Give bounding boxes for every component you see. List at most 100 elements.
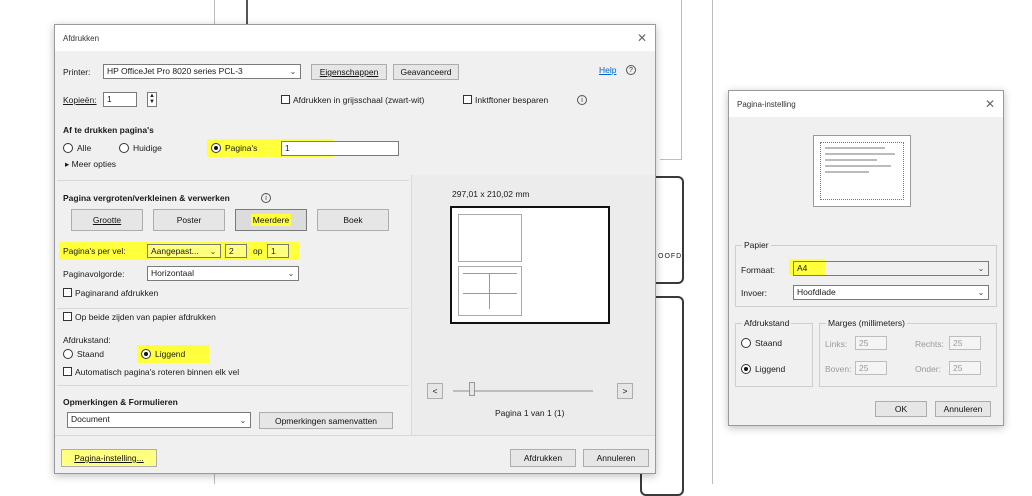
close-icon[interactable]: ✕ bbox=[637, 31, 647, 45]
size-button-label: Grootte bbox=[92, 215, 122, 225]
paper-group-title: Papier bbox=[742, 240, 771, 250]
preview-line bbox=[825, 153, 895, 155]
duplex-checkbox[interactable] bbox=[63, 312, 72, 321]
pps-columns-field[interactable]: 2 bbox=[225, 244, 247, 258]
summarize-comments-button[interactable]: Opmerkingen samenvatten bbox=[259, 412, 393, 429]
save-ink-label: Inktftoner besparen bbox=[475, 95, 549, 105]
paper-preview bbox=[813, 135, 911, 207]
print-border-label: Paginarand afdrukken bbox=[75, 288, 159, 298]
info-icon[interactable]: i bbox=[577, 95, 587, 105]
copies-field[interactable]: 1 bbox=[103, 92, 137, 107]
more-options-link[interactable]: ▸ Meer opties bbox=[65, 159, 116, 170]
copies-spinner[interactable]: ▲ ▼ bbox=[147, 92, 157, 107]
setup-radio-portrait[interactable] bbox=[741, 338, 751, 348]
printer-label: Printer: bbox=[63, 67, 91, 77]
margin-left-field[interactable]: 25 bbox=[855, 336, 887, 350]
print-button[interactable]: Afdrukken bbox=[510, 449, 576, 467]
ok-button[interactable]: OK bbox=[875, 401, 927, 417]
preview-page-1 bbox=[458, 214, 522, 262]
printer-select-value: HP OfficeJet Pro 8020 series PCL-3 bbox=[107, 66, 243, 76]
doc-fragment-text: OOFD bbox=[658, 253, 683, 260]
booklet-button[interactable]: Boek bbox=[317, 209, 389, 231]
properties-button[interactable]: Eigenschappen bbox=[311, 64, 387, 80]
margin-left-label: Links: bbox=[825, 339, 848, 349]
margin-bottom-field[interactable]: 25 bbox=[949, 361, 981, 375]
format-select-value: A4 bbox=[797, 263, 808, 273]
poster-button[interactable]: Poster bbox=[153, 209, 225, 231]
prev-page-label: < bbox=[432, 386, 438, 396]
source-label: Invoer: bbox=[741, 288, 767, 298]
preview-size-label: 297,01 x 210,02 mm bbox=[452, 189, 530, 199]
margins-group: Marges (millimeters) bbox=[819, 318, 997, 387]
info-icon-scale[interactable]: i bbox=[261, 193, 271, 203]
advanced-button[interactable]: Geavanceerd bbox=[393, 64, 459, 80]
copies-label: Kopieën: bbox=[63, 95, 97, 105]
source-select[interactable]: Hoofdlade ⌄ bbox=[793, 285, 989, 300]
orientation-label: Afdrukstand: bbox=[63, 335, 111, 345]
page-order-value: Horizontaal bbox=[151, 268, 194, 278]
footer-divider bbox=[55, 435, 655, 436]
paper-margin-outline bbox=[820, 142, 904, 200]
pps-rows-field[interactable]: 1 bbox=[267, 244, 289, 258]
doc-box-top bbox=[660, 0, 682, 160]
pages-range-field[interactable]: 1 bbox=[281, 141, 399, 156]
setup-cancel-button-label: Annuleren bbox=[943, 404, 983, 414]
radio-pages[interactable] bbox=[211, 143, 221, 153]
next-page-label: > bbox=[622, 386, 628, 396]
next-page-button[interactable]: > bbox=[617, 383, 633, 399]
preview-sheet bbox=[450, 206, 610, 324]
preview-line bbox=[825, 171, 869, 173]
save-ink-checkbox[interactable] bbox=[463, 95, 472, 104]
orientation-group: Afdrukstand bbox=[735, 318, 813, 387]
setup-radio-portrait-label: Staand bbox=[755, 338, 782, 348]
setup-cancel-button[interactable]: Annuleren bbox=[935, 401, 991, 417]
multiple-button[interactable]: Meerdere bbox=[235, 209, 307, 231]
page-counter: Pagina 1 van 1 (1) bbox=[495, 408, 565, 418]
page-setup-dialog: Pagina-instelling ✕ Papier Formaat: A4 ⌄… bbox=[728, 90, 1004, 426]
margins-group-title: Marges (millimeters) bbox=[826, 318, 907, 328]
print-border-checkbox[interactable] bbox=[63, 288, 72, 297]
pages-per-sheet-select[interactable]: Aangepast... ⌄ bbox=[147, 244, 221, 258]
help-icon[interactable]: ? bbox=[626, 65, 636, 75]
radio-current[interactable] bbox=[119, 143, 129, 153]
radio-all-label: Alle bbox=[77, 143, 92, 153]
grayscale-checkbox[interactable] bbox=[281, 95, 290, 104]
comments-select[interactable]: Document ⌄ bbox=[67, 412, 251, 428]
radio-all[interactable] bbox=[63, 143, 73, 153]
margin-top-field[interactable]: 25 bbox=[855, 361, 887, 375]
margin-right-field[interactable]: 25 bbox=[949, 336, 981, 350]
setup-radio-landscape[interactable] bbox=[741, 364, 751, 374]
page-slider-handle[interactable] bbox=[469, 382, 475, 396]
page-setup-button[interactable]: Pagina-instelling... bbox=[61, 449, 157, 467]
print-button-label: Afdrukken bbox=[523, 453, 563, 463]
prev-page-button[interactable]: < bbox=[427, 383, 443, 399]
doc-edge-line-right bbox=[712, 0, 713, 484]
chevron-down-icon: ⌄ bbox=[977, 288, 985, 297]
margin-right-label: Rechts: bbox=[915, 339, 944, 349]
preview-line bbox=[463, 273, 517, 274]
margin-bottom-label: Onder: bbox=[915, 364, 941, 374]
cancel-button[interactable]: Annuleren bbox=[583, 449, 649, 467]
booklet-button-label: Boek bbox=[343, 215, 363, 225]
radio-portrait[interactable] bbox=[63, 349, 73, 359]
help-link[interactable]: Help bbox=[599, 65, 616, 75]
duplex-label: Op beide zijden van papier afdrukken bbox=[75, 312, 216, 322]
page-setup-titlebar: Pagina-instelling ✕ bbox=[729, 91, 1003, 117]
summarize-comments-button-label: Opmerkingen samenvatten bbox=[274, 415, 378, 426]
close-icon[interactable]: ✕ bbox=[985, 97, 995, 111]
chevron-down-icon: ⌄ bbox=[977, 264, 985, 273]
radio-current-label: Huidige bbox=[133, 143, 162, 153]
size-button[interactable]: Grootte bbox=[71, 209, 143, 231]
printer-select[interactable]: HP OfficeJet Pro 8020 series PCL-3 ⌄ bbox=[103, 64, 301, 79]
chevron-down-icon: ⌄ bbox=[239, 415, 247, 425]
page-order-select[interactable]: Horizontaal ⌄ bbox=[147, 266, 299, 281]
preview-page-2 bbox=[458, 266, 522, 316]
print-dialog-titlebar: Afdrukken ✕ bbox=[55, 25, 655, 51]
format-select[interactable]: A4 ⌄ bbox=[793, 261, 989, 276]
auto-rotate-checkbox[interactable] bbox=[63, 367, 72, 376]
radio-landscape[interactable] bbox=[141, 349, 151, 359]
radio-portrait-label: Staand bbox=[77, 349, 104, 359]
poster-button-label: Poster bbox=[176, 215, 202, 225]
grayscale-label: Afdrukken in grijsschaal (zwart-wit) bbox=[293, 95, 425, 105]
cancel-button-label: Annuleren bbox=[596, 453, 636, 463]
